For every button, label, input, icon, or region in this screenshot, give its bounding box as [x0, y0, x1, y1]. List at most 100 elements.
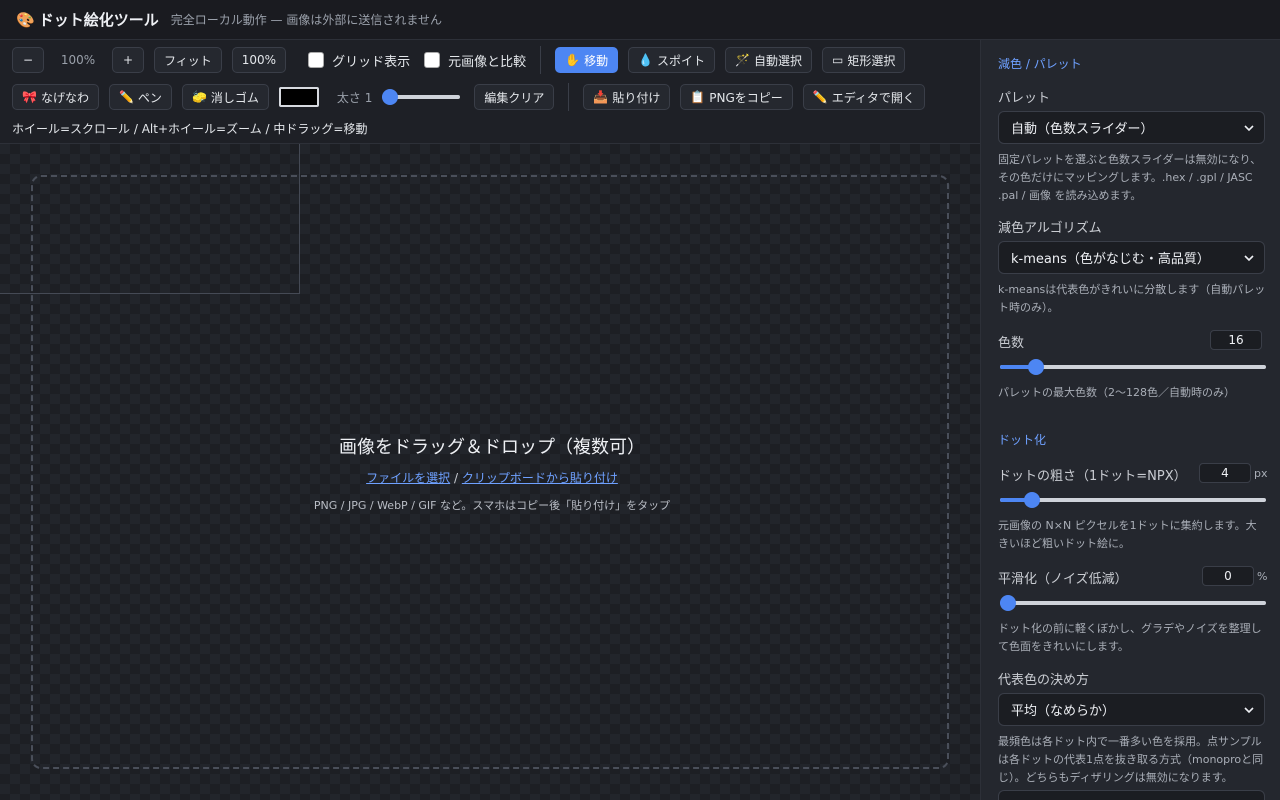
paste-clipboard-link[interactable]: クリップボードから貼り付け	[462, 471, 618, 485]
smoothing-unit: %	[1257, 570, 1268, 583]
toolbar-row-1: − 100% + フィット 100% グリッド表示 元画像と比較 ✋ 移動 💧 …	[12, 46, 906, 74]
zoom-out-button[interactable]: −	[12, 47, 44, 73]
next-select-partial[interactable]	[998, 790, 1265, 800]
color-count-slider-knob[interactable]	[1027, 359, 1044, 375]
smoothing-slider-knob[interactable]	[1000, 595, 1016, 611]
copy-png-button[interactable]: 📋 PNGをコピー	[680, 84, 793, 110]
color-count-input[interactable]: 16	[1210, 330, 1262, 350]
link-separator: /	[450, 471, 462, 485]
drop-zone-links: ファイルを選択 / クリップボードから貼り付け	[33, 469, 951, 486]
representative-color-select[interactable]: 平均（なめらか）	[998, 693, 1265, 726]
algorithm-help: k-meansは代表色がきれいに分散します（自動パレット時のみ）。	[998, 283, 1266, 314]
drop-zone[interactable]: 画像をドラッグ＆ドロップ（複数可） ファイルを選択 / クリップボードから貼り付…	[31, 175, 949, 769]
clear-edit-button[interactable]: 編集クリア	[474, 84, 555, 110]
pen-tool-button[interactable]: ✏️ ペン	[108, 84, 172, 110]
app-header: 🎨 ドット絵化ツール 完全ローカル動作 — 画像は外部に送信されません	[0, 0, 1280, 40]
pen-color-picker[interactable]	[278, 87, 319, 107]
magic-wand-icon: 🪄	[735, 53, 750, 67]
eraser-tool-button[interactable]: 🧽 消しゴム	[181, 84, 269, 110]
lasso-label: なげなわ	[40, 90, 89, 105]
zoom-in-button[interactable]: +	[112, 47, 144, 73]
app-subtitle: 完全ローカル動作 — 画像は外部に送信されません	[170, 13, 442, 27]
open-editor-button[interactable]: ✏️ エディタで開く	[802, 84, 925, 110]
eyedropper-label: スポイト	[657, 53, 706, 68]
thickness-label: 太さ 1	[336, 90, 373, 105]
color-count-label: 色数	[998, 336, 1025, 351]
section-title-dot: ドット化	[998, 433, 1047, 447]
hand-icon: ✋	[565, 53, 581, 67]
copy-png-label: PNGをコピー	[709, 90, 783, 105]
dot-size-slider[interactable]	[1000, 492, 1266, 508]
main-area: − 100% + フィット 100% グリッド表示 元画像と比較 ✋ 移動 💧 …	[0, 40, 980, 800]
representative-color-label: 代表色の決め方	[998, 673, 1090, 688]
color-count-help: パレットの最大色数（2〜128色／自動時のみ）	[998, 386, 1235, 399]
pencil-icon: ✏️	[812, 90, 828, 104]
toolbar-divider-2	[568, 83, 570, 111]
algorithm-label: 減色アルゴリズム	[998, 221, 1102, 236]
paste-label: 貼り付け	[612, 90, 661, 105]
algorithm-select[interactable]: k-means（色がなじむ・高品質）	[998, 241, 1265, 274]
droplet-icon: 💧	[638, 53, 654, 67]
color-count-slider[interactable]	[1000, 359, 1266, 375]
algorithm-select-value: k-means（色がなじむ・高品質）	[1011, 252, 1210, 267]
palette-select[interactable]: 自動（色数スライダー）	[998, 111, 1265, 144]
compare-label: 元画像と比較	[448, 54, 527, 70]
move-label: 移動	[584, 53, 609, 68]
pen-label: ペン	[137, 90, 162, 105]
thickness-slider[interactable]	[382, 89, 461, 105]
inbox-tray-icon: 📥	[593, 90, 609, 104]
dot-size-unit: px	[1254, 467, 1268, 480]
lasso-tool-button[interactable]: 🎀 なげなわ	[12, 84, 99, 110]
app-title: ドット絵化ツール	[38, 11, 159, 29]
chevron-down-icon	[1244, 254, 1254, 261]
palette-select-value: 自動（色数スライダー）	[1011, 122, 1154, 137]
choose-file-link[interactable]: ファイルを選択	[366, 471, 450, 485]
smoothing-slider[interactable]	[1000, 595, 1266, 611]
compare-checkbox[interactable]	[424, 52, 441, 68]
rect-select-tool-button[interactable]: ▭ 矩形選択	[822, 47, 906, 73]
section-title-color: 減色 / パレット	[998, 57, 1082, 71]
move-tool-button[interactable]: ✋ 移動	[555, 47, 619, 73]
representative-color-value: 平均（なめらか）	[1011, 704, 1116, 719]
palette-help: 固定パレットを選ぶと色数スライダーは無効になり、その色だけにマッピングします。.…	[998, 153, 1262, 202]
clipboard-icon: 📋	[690, 90, 706, 104]
palette-label: パレット	[998, 91, 1051, 106]
smoothing-help: ドット化の前に軽くぼかし、グラデやノイズを整理して色面をきれいにします。	[998, 622, 1262, 653]
eyedropper-tool-button[interactable]: 💧 スポイト	[628, 47, 716, 73]
dot-size-help: 元画像の N×N ピクセルを1ドットに集約します。大きいほど粗いドット絵に。	[998, 519, 1257, 550]
chevron-down-icon	[1244, 124, 1254, 131]
toolbar-divider	[540, 46, 542, 74]
dot-size-label: ドットの粗さ（1ドット=NPX）	[998, 469, 1187, 484]
ribbon-icon: 🎀	[22, 90, 37, 104]
grid-checkbox[interactable]	[308, 52, 325, 68]
toolbar: − 100% + フィット 100% グリッド表示 元画像と比較 ✋ 移動 💧 …	[0, 40, 980, 144]
navigation-hint: ホイール=スクロール / Alt+ホイール=ズーム / 中ドラッグ=移動	[12, 122, 368, 136]
toolbar-row-2: 🎀 なげなわ ✏️ ペン 🧽 消しゴム 太さ 1 編集クリア 📥 貼り付け 📋 …	[12, 83, 925, 111]
grid-toggle[interactable]: グリッド表示	[308, 51, 410, 70]
dot-size-input[interactable]: 4	[1199, 463, 1251, 483]
palette-icon: 🎨	[16, 10, 35, 29]
open-editor-label: エディタで開く	[831, 90, 915, 105]
actual-size-button[interactable]: 100%	[231, 47, 287, 73]
zoom-level: 100%	[60, 53, 96, 67]
thickness-slider-knob[interactable]	[382, 89, 399, 105]
dot-size-slider-knob[interactable]	[1024, 492, 1041, 508]
smoothing-input[interactable]: 0	[1202, 566, 1254, 586]
chevron-down-icon	[1244, 706, 1254, 713]
paste-button[interactable]: 📥 貼り付け	[583, 84, 671, 110]
compare-toggle[interactable]: 元画像と比較	[424, 51, 526, 70]
pencil-icon: ✏️	[118, 90, 134, 104]
rectangle-icon: ▭	[832, 53, 844, 67]
grid-label: グリッド表示	[332, 54, 411, 70]
smoothing-label: 平滑化（ノイズ低減）	[998, 572, 1128, 587]
auto-select-tool-button[interactable]: 🪄 自動選択	[725, 47, 813, 73]
representative-color-help: 最頻色は各ドット内で一番多い色を採用。点サンプルは各ドットの代表1点を抜き取る方…	[998, 735, 1264, 784]
drop-zone-note: PNG / JPG / WebP / GIF など。スマホはコピー後「貼り付け」…	[313, 499, 671, 512]
eraser-label: 消しゴム	[210, 90, 259, 105]
auto-select-label: 自動選択	[754, 53, 803, 68]
fit-button[interactable]: フィット	[154, 47, 222, 73]
drop-zone-title: 画像をドラッグ＆ドロップ（複数可）	[339, 437, 645, 458]
canvas-area[interactable]: 画像をドラッグ＆ドロップ（複数可） ファイルを選択 / クリップボードから貼り付…	[0, 144, 980, 800]
settings-panel: 減色 / パレット パレット 自動（色数スライダー） 固定パレットを選ぶと色数ス…	[980, 40, 1280, 800]
rect-select-label: 矩形選択	[847, 53, 896, 68]
